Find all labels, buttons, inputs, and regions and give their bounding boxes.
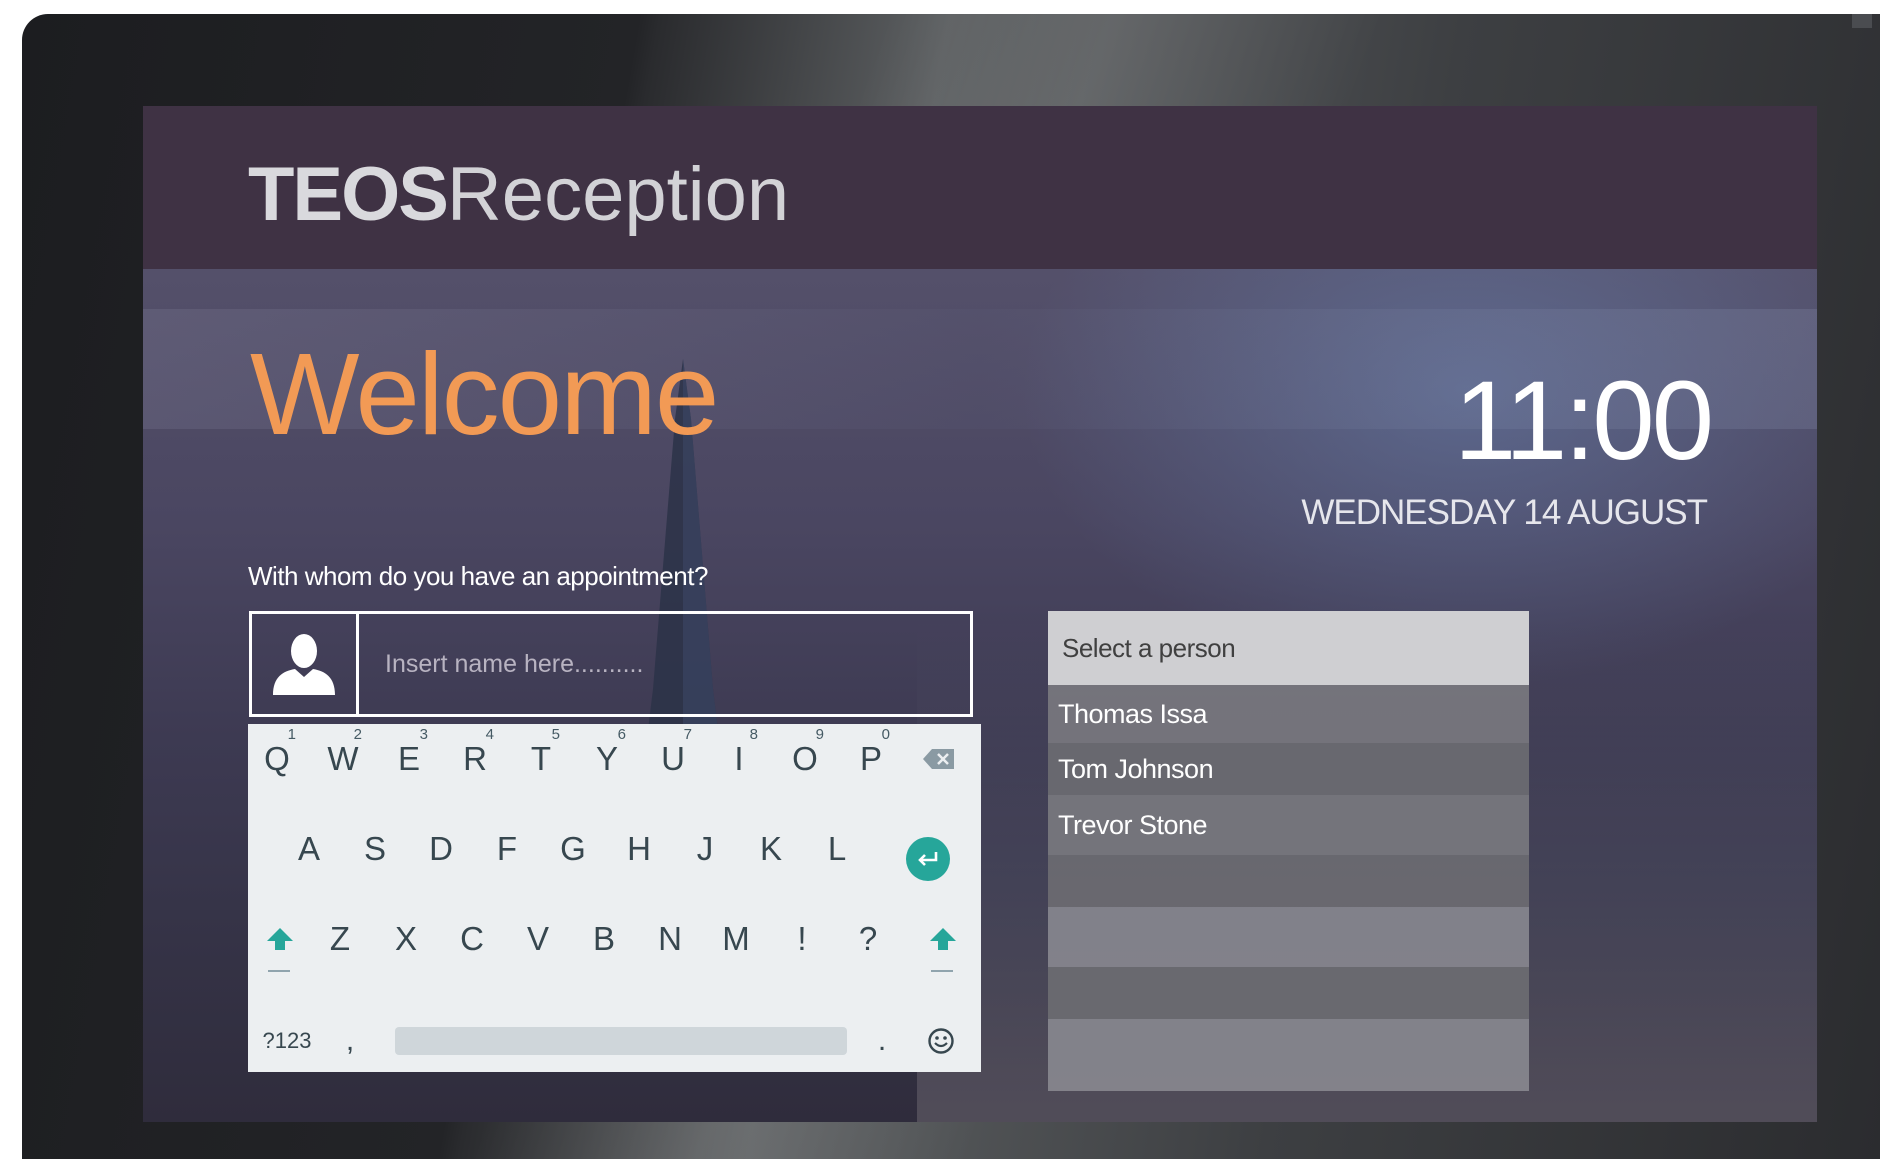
key-c[interactable]: C: [443, 904, 501, 974]
key-o[interactable]: O9: [776, 724, 834, 794]
key-hint: 9: [815, 726, 824, 743]
empty-list-row: [1048, 907, 1529, 967]
key-v[interactable]: V: [509, 904, 567, 974]
enter-key[interactable]: [906, 837, 950, 881]
key-label: P: [859, 740, 882, 777]
key-label: I: [734, 740, 744, 777]
key-n[interactable]: N: [641, 904, 699, 974]
key-label: R: [463, 740, 487, 777]
key-b[interactable]: B: [575, 904, 633, 974]
key-label: Y: [595, 740, 618, 777]
shift-key-left[interactable]: [251, 904, 309, 974]
emoji-key[interactable]: [912, 1006, 970, 1076]
key-y[interactable]: Y6: [578, 724, 636, 794]
clock-time: 11:00: [1454, 358, 1714, 483]
key-d[interactable]: D: [412, 814, 470, 884]
person-icon-cell: [252, 614, 359, 714]
key-j[interactable]: J: [676, 814, 734, 884]
key-question[interactable]: ?: [839, 904, 897, 974]
key-hint: 3: [419, 726, 428, 743]
key-exclamation[interactable]: !: [773, 904, 831, 974]
key-u[interactable]: U7: [644, 724, 702, 794]
person-option[interactable]: Thomas Issa: [1048, 685, 1529, 743]
shift-indicator-line: [268, 970, 290, 972]
key-label: Q: [264, 740, 290, 777]
logo-light-text: Reception: [446, 152, 790, 237]
empty-list-row: [1048, 967, 1529, 1019]
key-f[interactable]: F: [478, 814, 536, 884]
tablet-device-frame: TEOSReception Welcome 11:00 WEDNESDAY 14…: [22, 14, 1880, 1159]
app-logo: TEOSReception: [248, 150, 789, 240]
key-x[interactable]: X: [377, 904, 435, 974]
empty-list-row: [1048, 1019, 1529, 1091]
person-option[interactable]: Tom Johnson: [1048, 743, 1529, 795]
key-m[interactable]: M: [707, 904, 765, 974]
key-i[interactable]: I8: [710, 724, 768, 794]
space-bar[interactable]: [395, 1027, 847, 1055]
key-hint: 2: [353, 726, 362, 743]
key-q[interactable]: Q1: [248, 724, 306, 794]
key-label: T: [530, 740, 552, 777]
shift-arrow-icon: [267, 928, 293, 950]
key-hint: 7: [683, 726, 692, 743]
key-l[interactable]: L: [808, 814, 866, 884]
key-h[interactable]: H: [610, 814, 668, 884]
key-w[interactable]: W2: [314, 724, 372, 794]
period-key[interactable]: .: [853, 1006, 911, 1076]
welcome-title: Welcome: [250, 329, 719, 459]
empty-list-row: [1048, 855, 1529, 907]
name-search-box: [249, 611, 973, 717]
key-hint: 5: [551, 726, 560, 743]
clock-date: WEDNESDAY 14 AUGUST: [1301, 493, 1708, 532]
key-label: W: [327, 740, 359, 777]
key-hint: 8: [749, 726, 758, 743]
onscreen-keyboard: Q1 W2 E3 R4 T5 Y6 U7 I8 O9 P0 A S D F G …: [248, 724, 981, 1072]
key-z[interactable]: Z: [311, 904, 369, 974]
device-camera: [1852, 14, 1872, 28]
key-label: O: [792, 740, 818, 777]
key-hint: 0: [881, 726, 890, 743]
shift-arrow-icon: [930, 928, 956, 950]
comma-key[interactable]: ,: [321, 1006, 379, 1076]
key-p[interactable]: P0: [842, 724, 900, 794]
key-hint: 4: [485, 726, 494, 743]
key-r[interactable]: R4: [446, 724, 504, 794]
backspace-icon: [923, 749, 954, 769]
kiosk-screen: TEOSReception Welcome 11:00 WEDNESDAY 14…: [143, 106, 1817, 1122]
key-t[interactable]: T5: [512, 724, 570, 794]
key-a[interactable]: A: [280, 814, 338, 884]
name-search-input[interactable]: [359, 614, 970, 714]
person-icon: [273, 634, 335, 695]
shift-key-right[interactable]: [914, 904, 972, 974]
key-hint: 1: [287, 726, 296, 743]
person-select-list: Select a person Thomas Issa Tom Johnson …: [1048, 611, 1529, 1091]
backspace-key[interactable]: [910, 724, 968, 794]
symbols-key[interactable]: ?123: [252, 1006, 322, 1076]
key-e[interactable]: E3: [380, 724, 438, 794]
emoji-icon: [928, 1028, 954, 1054]
key-g[interactable]: G: [544, 814, 602, 884]
enter-icon: [918, 852, 938, 866]
key-s[interactable]: S: [346, 814, 404, 884]
logo-bold-text: TEOS: [248, 152, 449, 237]
key-k[interactable]: K: [742, 814, 800, 884]
hero-background: Welcome 11:00 WEDNESDAY 14 AUGUST With w…: [143, 269, 1817, 1122]
select-person-header[interactable]: Select a person: [1048, 611, 1529, 685]
app-header: TEOSReception: [143, 106, 1817, 269]
key-hint: 6: [617, 726, 626, 743]
person-option[interactable]: Trevor Stone: [1048, 795, 1529, 855]
shift-indicator-line: [931, 970, 953, 972]
key-label: U: [661, 740, 685, 777]
appointment-question: With whom do you have an appointment?: [248, 561, 708, 591]
key-label: E: [397, 740, 420, 777]
